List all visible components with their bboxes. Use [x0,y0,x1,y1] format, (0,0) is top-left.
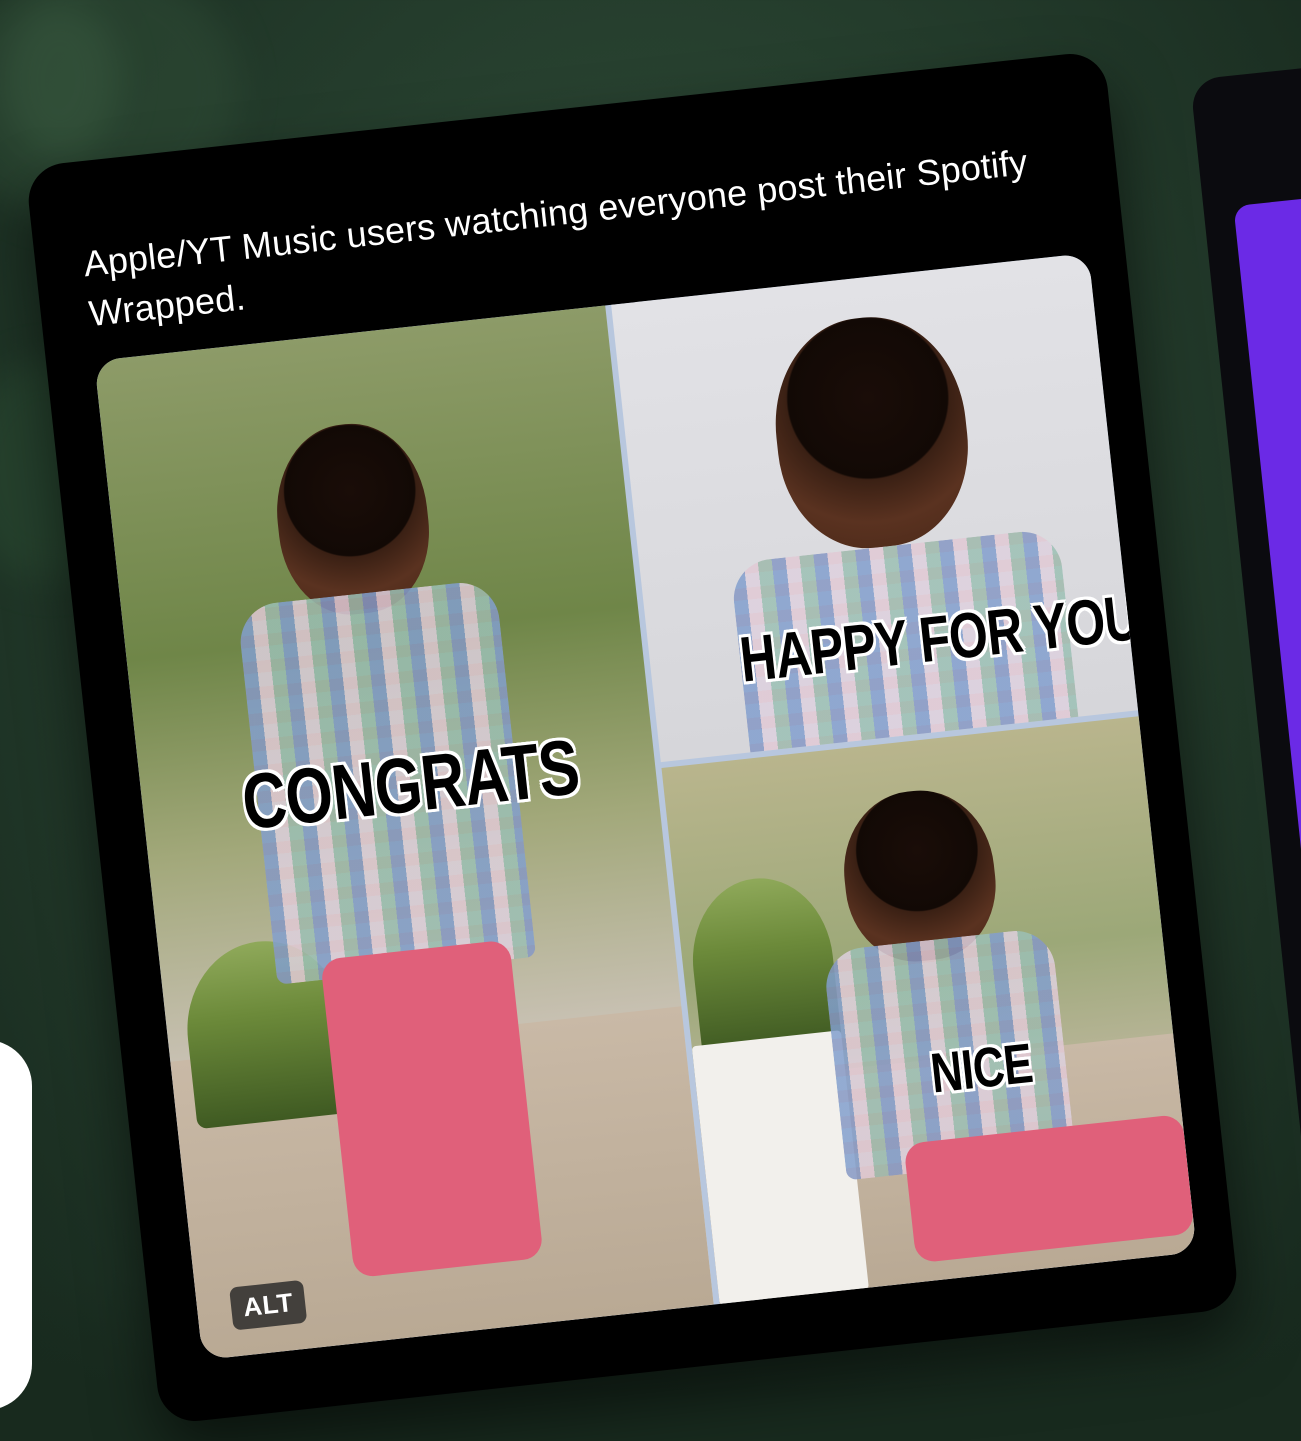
background-foliage [0,0,120,160]
meme-panel-bottom-right: NICE [661,716,1197,1304]
alt-badge[interactable]: ALT [229,1279,308,1331]
meme-panel-top-right: HAPPY FOR YOU [611,252,1139,763]
post-card[interactable]: Apple/YT Music users watching everyone p… [24,50,1241,1425]
meme-caption-bottom-right: NICE [927,1030,1036,1105]
kid-figure [764,307,979,557]
side-card-artwork [1233,183,1301,1102]
meme-panel-left: CONGRATS ALT [94,305,714,1361]
side-card-left [0,1040,32,1410]
post-image[interactable]: CONGRATS ALT HAPPY FOR YOU NICE [94,252,1197,1361]
